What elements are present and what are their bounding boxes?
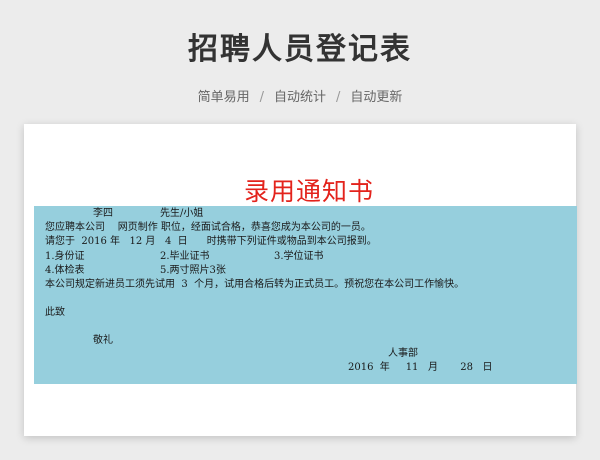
offer-line: 您应聘本公司 网页制作 职位，经面试合格，恭喜您成为本公司的一员。 [45,222,371,233]
offer-letter-title: 录用通知书 [244,177,375,206]
regards-text: 敬礼 [93,335,113,346]
candidate-name: 李四 [93,208,113,219]
document-item: 5.两寸照片3张 [160,265,226,276]
feature-tag: 简单易用 [197,90,250,105]
page-title: 招聘人员登记表 [188,32,412,67]
document-item: 2.毕业证书 [160,251,210,262]
tag-separator: / [336,90,341,105]
probation-line: 本公司规定新进员工须先试用 3 个月，试用合格后转为正式员工。预祝您在本公司工作… [45,279,465,290]
document-item: 1.身份证 [45,251,85,262]
feature-tag: 自动更新 [350,90,403,105]
signoff-date: 2016 年 11 月 28 日 [348,362,493,373]
closing-text: 此致 [45,307,65,318]
document-item: 3.学位证书 [274,251,324,262]
feature-tags: 简单易用 / 自动统计 / 自动更新 [0,86,600,105]
feature-tag: 自动统计 [273,90,326,105]
tag-separator: / [259,90,264,105]
department-signature: 人事部 [388,348,418,359]
salutation: 先生/小姐 [160,208,204,219]
report-date-line: 请您于 2016 年 12 月 4 日 时携带下列证件或物品到本公司报到。 [45,236,377,247]
document-item: 4.体检表 [45,265,85,276]
spreadsheet-sheet: 录用通知书 李四 先生/小姐 您应聘本公司 网页制作 职位，经面试合格，恭喜您成… [24,124,577,436]
